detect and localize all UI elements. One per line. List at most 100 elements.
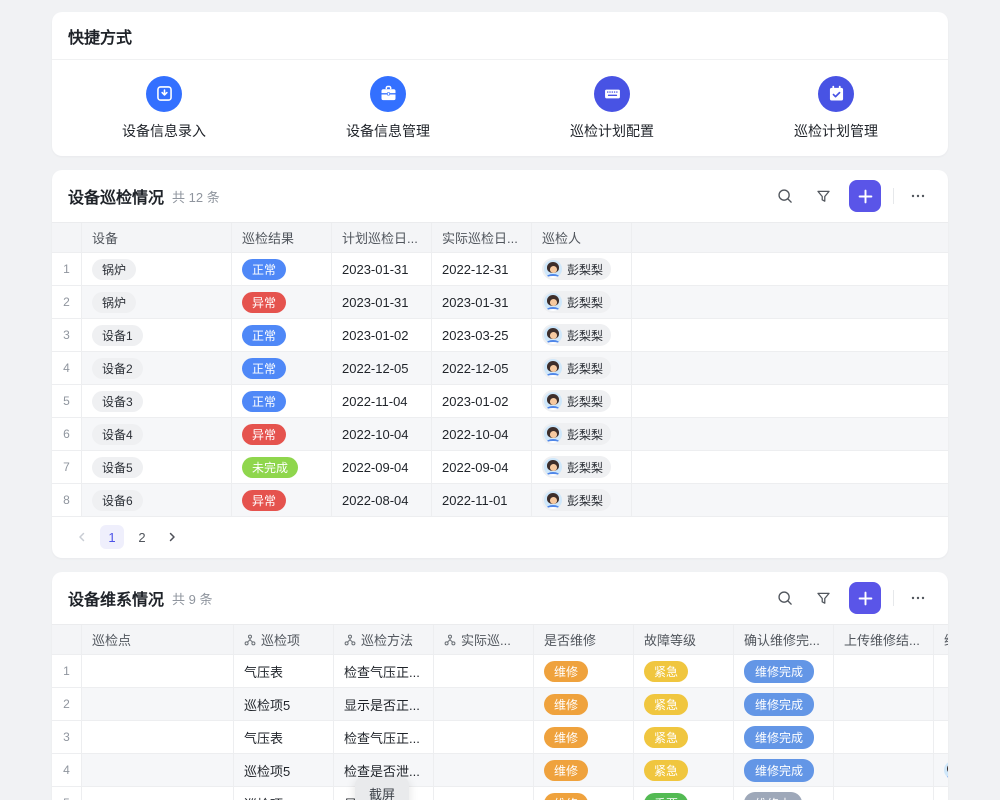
column-header-label: 巡检点 (92, 630, 131, 649)
column-header[interactable]: 巡检人 (532, 223, 632, 252)
table-row[interactable]: 5巡检项5显示是否正...维修重要维修中 (52, 787, 948, 800)
dashboard-page: 快捷方式 设备信息录入设备信息管理巡检计划配置巡检计划管理 设备巡检情况 共 1… (0, 0, 1000, 800)
inspector-chip: 彭梨梨 (542, 324, 611, 346)
cell-device: 设备4 (82, 418, 232, 450)
inspector-chip: 彭梨梨 (542, 423, 611, 445)
cell-upload-result (834, 754, 934, 786)
next-page-icon[interactable] (160, 525, 184, 549)
row-filler (632, 253, 948, 285)
device-tag: 设备5 (92, 457, 143, 478)
column-header[interactable]: 实际巡... (434, 625, 534, 654)
cell-device: 设备5 (82, 451, 232, 483)
table-row[interactable]: 1气压表检查气压正...维修紧急维修完成 (52, 655, 948, 688)
shortcut-item-4[interactable]: 巡检计划管理 (724, 60, 948, 156)
shortcut-row: 设备信息录入设备信息管理 巡检计划配置巡检计划管理 (52, 60, 948, 156)
add-record-button[interactable] (849, 582, 881, 614)
more-icon[interactable] (904, 182, 932, 210)
table-row[interactable]: 7设备5未完成2022-09-042022-09-04彭梨梨 (52, 451, 948, 484)
row-number: 6 (52, 418, 82, 450)
result-badge: 未完成 (242, 457, 298, 478)
column-header[interactable]: 巡检项 (234, 625, 334, 654)
table-row[interactable]: 4巡检项5检查是否泄...维修紧急维修完成 (52, 754, 948, 787)
table-row[interactable]: 5设备3正常2022-11-042023-01-02彭梨梨 (52, 385, 948, 418)
add-record-button[interactable] (849, 180, 881, 212)
cell-inspection-item: 巡检项5 (234, 787, 334, 800)
level-badge: 重要 (644, 793, 688, 800)
avatar-collar (546, 406, 560, 411)
column-header[interactable]: 上传维修结... (834, 625, 934, 654)
confirm-repair-button[interactable]: 维修完成 (744, 693, 814, 716)
column-header[interactable]: 实际巡检日... (432, 223, 532, 252)
table-row[interactable]: 4设备2正常2022-12-052022-12-05彭梨梨 (52, 352, 948, 385)
shortcuts-card: 快捷方式 设备信息录入设备信息管理巡检计划配置巡检计划管理 (52, 12, 948, 156)
cell-actual-date: 2022-09-04 (432, 451, 532, 483)
shortcut-item-2[interactable]: 设备信息管理 (276, 60, 500, 156)
page-button-1[interactable]: 1 (100, 525, 124, 549)
maintenance-header-row: 巡检点 巡检项巡检方法 实际巡... 是否维修故障等级确认维修完...上传维修结...… (52, 624, 948, 655)
column-header[interactable]: 设备 (82, 223, 232, 252)
avatar (544, 392, 562, 410)
search-icon[interactable] (771, 182, 799, 210)
cell-inspector: 彭梨梨 (532, 484, 632, 516)
search-icon[interactable] (771, 584, 799, 612)
cell-extra (934, 688, 948, 720)
page-button-2[interactable]: 2 (130, 525, 154, 549)
level-badge: 紧急 (644, 760, 688, 781)
cell-planned-date: 2022-12-05 (332, 352, 432, 384)
more-icon[interactable] (904, 584, 932, 612)
filter-icon[interactable] (809, 182, 837, 210)
row-filler (632, 451, 948, 483)
cell-repair: 维修 (534, 688, 634, 720)
column-header-label: 实际巡... (461, 630, 511, 649)
row-number: 5 (52, 385, 82, 417)
cell-planned-date: 2023-01-31 (332, 286, 432, 318)
column-header[interactable]: 巡检方法 (334, 625, 434, 654)
inspector-name: 彭梨梨 (567, 459, 603, 476)
cell-inspection-item: 气压表 (234, 655, 334, 687)
cell-planned-date: 2022-11-04 (332, 385, 432, 417)
table-row[interactable]: 8设备6异常2022-08-042022-11-01彭梨梨 (52, 484, 948, 517)
table-row[interactable]: 1锅炉正常2023-01-312022-12-31彭梨梨 (52, 253, 948, 286)
avatar (544, 491, 562, 509)
filter-icon[interactable] (809, 584, 837, 612)
column-header[interactable]: 巡检结果 (232, 223, 332, 252)
table-row[interactable]: 2锅炉异常2023-01-312023-01-31彭梨梨 (52, 286, 948, 319)
shortcut-label: 设备信息管理 (346, 121, 430, 141)
confirm-repair-button[interactable]: 维修完成 (744, 726, 814, 749)
avatar-collar (546, 373, 560, 378)
cell-upload-result (834, 688, 934, 720)
cell-upload-result (834, 787, 934, 800)
result-badge: 异常 (242, 424, 286, 445)
column-header[interactable]: 是否维修 (534, 625, 634, 654)
table-row[interactable]: 3气压表检查气压正...维修紧急维修完成 (52, 721, 948, 754)
table-row[interactable]: 6设备4异常2022-10-042022-10-04彭梨梨 (52, 418, 948, 451)
cell-actual-date: 2023-01-31 (432, 286, 532, 318)
confirm-repair-button[interactable]: 维修完成 (744, 759, 814, 782)
column-header[interactable]: 故障等级 (634, 625, 734, 654)
table-row[interactable]: 3设备1正常2023-01-022023-03-25彭梨梨 (52, 319, 948, 352)
column-header[interactable]: 维 (934, 625, 948, 654)
confirm-repair-button[interactable]: 维修完成 (744, 660, 814, 683)
level-badge: 紧急 (644, 694, 688, 715)
column-header[interactable]: 巡检点 (82, 625, 234, 654)
row-number: 8 (52, 484, 82, 516)
prev-page-icon[interactable] (70, 525, 94, 549)
confirm-repair-button[interactable]: 维修中 (744, 792, 802, 800)
cell-actual (434, 688, 534, 720)
inspector-chip: 彭梨梨 (542, 456, 611, 478)
maintenance-count: 共 9 条 (172, 589, 212, 608)
lookup-icon (344, 634, 356, 646)
page-list: 12 (100, 525, 154, 549)
row-number: 5 (52, 787, 82, 800)
table-row[interactable]: 2巡检项5显示是否正...维修紧急维修完成 (52, 688, 948, 721)
cell-result: 正常 (232, 352, 332, 384)
cell-planned-date: 2022-10-04 (332, 418, 432, 450)
avatar-collar (546, 439, 560, 444)
column-header[interactable]: 确认维修完... (734, 625, 834, 654)
cell-repair: 维修 (534, 721, 634, 753)
shortcut-item-3[interactable]: 巡检计划配置 (500, 60, 724, 156)
inspector-name: 彭梨梨 (567, 327, 603, 344)
row-number: 3 (52, 319, 82, 351)
shortcut-item-1[interactable]: 设备信息录入 (52, 60, 276, 156)
column-header[interactable]: 计划巡检日... (332, 223, 432, 252)
